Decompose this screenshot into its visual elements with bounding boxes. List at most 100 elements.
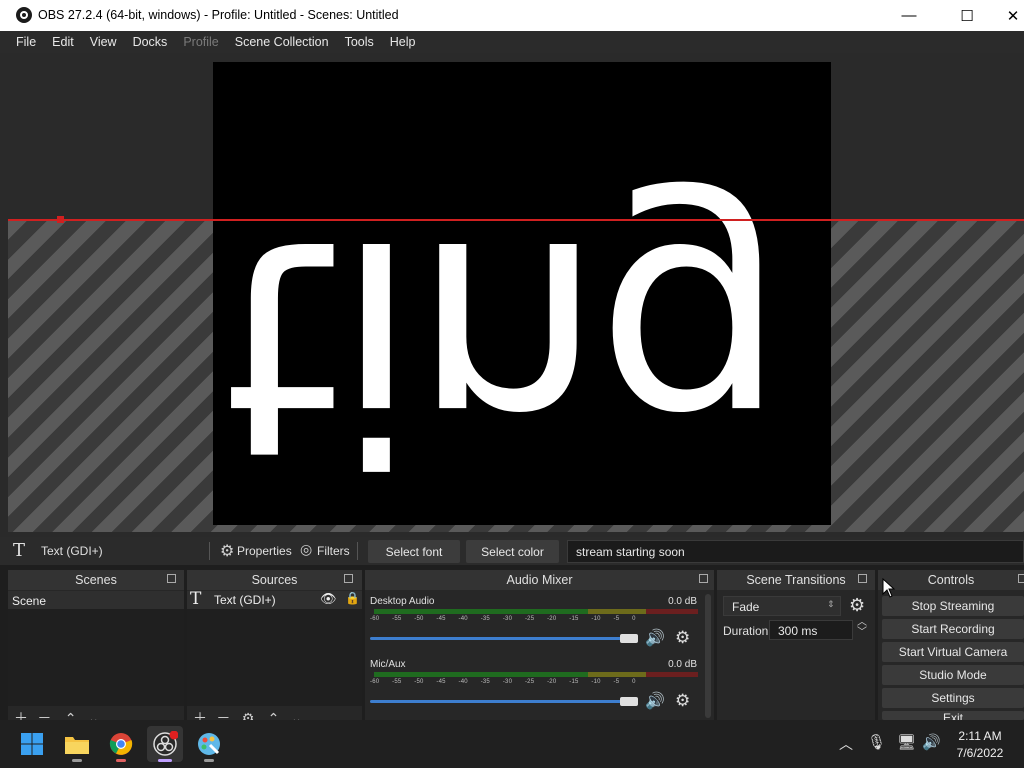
start-recording-button[interactable]: Start Recording <box>882 619 1024 639</box>
duration-input[interactable]: 300 ms <box>769 620 853 640</box>
dock-float-icon[interactable] <box>858 574 867 583</box>
clock-date[interactable]: 7/6/2022 <box>950 746 1010 760</box>
desktop-audio-label: Desktop Audio <box>370 596 435 607</box>
menu-view[interactable]: View <box>82 31 125 53</box>
gear-icon[interactable]: ⚙ <box>675 691 690 711</box>
start-button[interactable] <box>14 726 50 762</box>
mic-aux-meter <box>374 672 698 677</box>
scene-transitions-dock-title: Scene Transitions <box>717 570 875 590</box>
desktop-audio-ticks: -60 -55 -50 -45 -40 -35 -30 -25 -20 -15 … <box>370 616 636 622</box>
running-indicator <box>204 759 214 762</box>
mouse-cursor-icon <box>882 578 896 598</box>
spinner-icon: ⇕ <box>827 599 835 609</box>
mixer-scrollbar[interactable] <box>705 594 711 718</box>
text-source-icon: T <box>13 540 26 561</box>
chrome-icon <box>109 733 133 755</box>
exit-button[interactable]: Exit <box>882 711 1024 720</box>
sources-dock-title: Sources <box>187 570 362 590</box>
menu-help[interactable]: Help <box>382 31 424 53</box>
network-icon[interactable]: 🖥 <box>897 733 916 751</box>
stop-streaming-button[interactable]: Stop Streaming <box>882 596 1024 616</box>
dock-float-icon[interactable] <box>167 574 176 583</box>
desktop-audio-level: 0.0 dB <box>668 596 697 607</box>
gear-icon[interactable]: ⚙ <box>849 595 865 616</box>
volume-icon[interactable]: 🔊 <box>922 733 941 751</box>
audio-mixer-dock-title: Audio Mixer <box>365 570 714 590</box>
eye-icon[interactable]: 👁 <box>320 591 337 607</box>
menu-tools[interactable]: Tools <box>337 31 382 53</box>
running-indicator <box>116 759 126 762</box>
menu-file[interactable]: File <box>8 31 44 53</box>
dock-float-icon[interactable] <box>1018 574 1024 583</box>
start-virtual-camera-button[interactable]: Start Virtual Camera <box>882 642 1024 662</box>
maximize-button[interactable]: ☐ <box>944 0 990 31</box>
chrome-taskbar-button[interactable] <box>103 726 139 762</box>
source-item[interactable]: T Text (GDI+) 👁 🔒 <box>187 589 362 609</box>
paint-icon <box>198 733 220 755</box>
scenes-dock: Scenes Scene ＋ － ⌃ ⌄ <box>8 570 184 726</box>
toolbar-divider <box>209 542 210 560</box>
obs-taskbar-button[interactable] <box>147 726 183 762</box>
speaker-icon[interactable]: 🔊 <box>645 628 665 648</box>
dock-float-icon[interactable] <box>699 574 708 583</box>
obs-app-icon <box>16 7 32 23</box>
obs-icon <box>153 731 178 756</box>
mic-aux-label: Mic/Aux <box>370 659 406 670</box>
scenes-list[interactable]: Scene <box>8 591 184 706</box>
transition-select[interactable]: Fade <box>723 596 841 616</box>
scenes-dock-title: Scenes <box>8 570 184 590</box>
mic-aux-volume-knob[interactable] <box>620 697 638 706</box>
menu-profile[interactable]: Profile <box>175 31 226 53</box>
scene-transitions-dock: Scene Transitions Fade ⇕ ⚙ Duration 300 … <box>717 570 875 720</box>
title-bar: OBS 27.2.4 (64-bit, windows) - Profile: … <box>0 0 1024 31</box>
scene-item[interactable]: Scene <box>8 591 184 609</box>
dock-float-icon[interactable] <box>344 574 353 583</box>
flipped-text-source[interactable]: ting a <box>213 173 831 522</box>
taskbar: ︿ 🎙 🖥 🔊 2:11 AM 7/6/2022 <box>0 720 1024 768</box>
preview-canvas[interactable]: ting a <box>213 62 831 525</box>
settings-button[interactable]: Settings <box>882 688 1024 708</box>
sources-list[interactable]: T Text (GDI+) 👁 🔒 <box>187 589 362 706</box>
select-color-button[interactable]: Select color <box>466 540 559 563</box>
menu-docks[interactable]: Docks <box>125 31 176 53</box>
controls-dock-title: Controls <box>878 570 1024 590</box>
studio-mode-button[interactable]: Studio Mode <box>882 665 1024 685</box>
speaker-icon[interactable]: 🔊 <box>645 691 665 711</box>
desktop-audio-volume-knob[interactable] <box>620 634 638 643</box>
microphone-icon[interactable]: 🎙 <box>867 733 886 751</box>
menu-scene-collection[interactable]: Scene Collection <box>227 31 337 53</box>
file-explorer-taskbar-button[interactable] <box>59 726 95 762</box>
close-button[interactable]: ✕ <box>990 0 1024 31</box>
running-indicator <box>72 759 82 762</box>
minimize-button[interactable]: — <box>886 0 932 31</box>
active-indicator <box>158 759 172 762</box>
desktop-audio-volume-slider[interactable] <box>370 637 638 640</box>
text-source-icon: T <box>190 589 202 609</box>
filters-icon: ◎ <box>300 541 313 557</box>
gear-icon: ⚙ <box>220 543 235 560</box>
menu-bar: File Edit View Docks Profile Scene Colle… <box>0 31 1024 53</box>
lock-icon[interactable]: 🔒 <box>345 591 360 605</box>
windows-start-icon <box>21 733 43 755</box>
mic-aux-level: 0.0 dB <box>668 659 697 670</box>
mic-aux-ticks: -60 -55 -50 -45 -40 -35 -30 -25 -20 -15 … <box>370 679 636 685</box>
mic-aux-volume-slider[interactable] <box>370 700 638 703</box>
properties-button[interactable]: Properties <box>237 544 292 558</box>
source-item-label: Text (GDI+) <box>214 593 276 607</box>
source-text-input[interactable]: stream starting soon <box>567 540 1024 563</box>
window-title: OBS 27.2.4 (64-bit, windows) - Profile: … <box>38 8 399 22</box>
audio-mixer-dock: Audio Mixer Desktop Audio 0.0 dB -60 -55… <box>365 570 714 720</box>
source-bounding-line <box>8 219 1024 221</box>
paint-taskbar-button[interactable] <box>191 726 227 762</box>
gear-icon[interactable]: ⚙ <box>675 628 690 648</box>
filters-button[interactable]: Filters <box>317 544 350 558</box>
select-font-button[interactable]: Select font <box>368 540 460 563</box>
duration-label: Duration <box>723 624 769 638</box>
duration-stepper-icon[interactable]: ︿ ﹀ <box>857 618 867 638</box>
clock-time[interactable]: 2:11 AM <box>950 729 1010 743</box>
source-resize-handle[interactable] <box>57 216 64 223</box>
menu-edit[interactable]: Edit <box>44 31 82 53</box>
chevron-up-icon[interactable]: ︿ <box>839 734 853 754</box>
toolbar-divider <box>357 542 358 560</box>
folder-icon <box>65 737 89 754</box>
